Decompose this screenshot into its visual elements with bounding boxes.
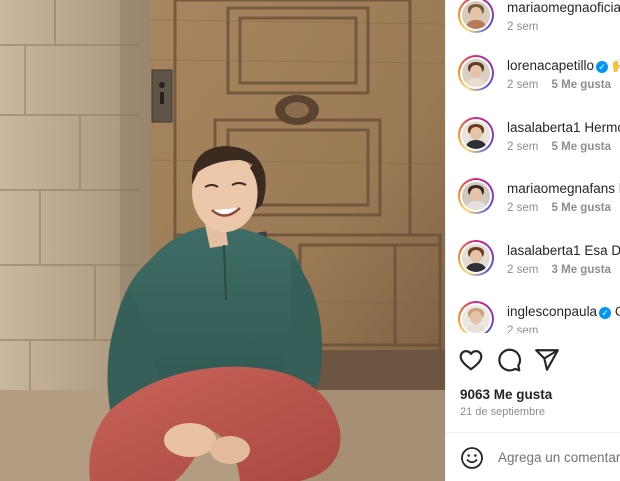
comment-username[interactable]: mariaomegnaoficial xyxy=(507,0,620,15)
comment-likes[interactable]: 5 Me gusta xyxy=(552,79,611,91)
comment-username[interactable]: inglesconpaula xyxy=(507,304,597,319)
comment-meta: 2 sem xyxy=(507,21,548,33)
comment-item: mariaomegnaoficial 2 sem xyxy=(458,0,620,47)
comment-meta: 2 sem 5 Me gusta R xyxy=(507,79,620,91)
comment-item: lorenacapetillo✓ 🙌 2 sem 5 Me gusta R xyxy=(458,55,620,105)
post-photo-illustration xyxy=(0,0,445,481)
avatar[interactable] xyxy=(458,0,494,33)
post-image[interactable] xyxy=(0,0,445,481)
comment-likes[interactable]: 5 Me gusta xyxy=(552,202,611,214)
send-icon[interactable] xyxy=(534,347,560,373)
avatar[interactable] xyxy=(458,301,494,333)
comment-meta: 2 sem xyxy=(507,325,548,333)
comment-username[interactable]: lasalaberta1 xyxy=(507,243,581,258)
comment-body: C xyxy=(615,304,620,319)
avatar[interactable] xyxy=(458,240,494,276)
comment-time[interactable]: 2 sem xyxy=(507,264,538,276)
comment-time[interactable]: 2 sem xyxy=(507,79,538,91)
comment-meta: 2 sem 5 Me gusta R xyxy=(507,202,620,214)
comment-item: lasalaberta1 Esa Dar 2 sem 3 Me gusta R xyxy=(458,240,620,290)
heart-icon[interactable] xyxy=(458,347,484,373)
comment-username[interactable]: lasalaberta1 xyxy=(507,120,581,135)
comment-meta: 2 sem 3 Me gusta R xyxy=(507,264,620,276)
verified-badge-icon: ✓ xyxy=(596,61,609,73)
comment-username[interactable]: mariaomegnafans xyxy=(507,181,615,196)
avatar[interactable] xyxy=(458,55,494,91)
comment-item: lasalaberta1 Hermo 2 sem 5 Me gusta R xyxy=(458,117,620,167)
add-comment-bar xyxy=(446,433,620,481)
likes-count[interactable]: 9063 Me gusta xyxy=(460,387,552,402)
avatar[interactable] xyxy=(458,117,494,153)
comment-time[interactable]: 2 sem xyxy=(507,141,538,153)
comment-body: 🙌 xyxy=(612,58,620,73)
comment-username[interactable]: lorenacapetillo xyxy=(507,58,594,73)
comment-likes[interactable]: 3 Me gusta xyxy=(552,264,611,276)
comment-input[interactable] xyxy=(498,447,620,467)
verified-badge-icon: ✓ xyxy=(599,307,612,319)
comment-time[interactable]: 2 sem xyxy=(507,325,538,333)
comment-item: inglesconpaula✓ C 2 sem xyxy=(458,301,620,333)
avatar[interactable] xyxy=(458,178,494,214)
post-date: 21 de septiembre xyxy=(460,406,545,418)
post-actions xyxy=(458,345,618,375)
comment-likes[interactable]: 5 Me gusta xyxy=(552,141,611,153)
comment-body: Hermo xyxy=(584,120,620,135)
comment-time[interactable]: 2 sem xyxy=(507,21,538,33)
emoji-icon[interactable] xyxy=(460,446,484,470)
comment-icon[interactable] xyxy=(496,347,522,373)
comment-body: Esa Dar xyxy=(584,243,620,258)
comments-panel: mariaomegnaoficial 2 sem lorenacapetillo… xyxy=(445,0,620,481)
comment-time[interactable]: 2 sem xyxy=(507,202,538,214)
comment-item: mariaomegnafans h 2 sem 5 Me gusta R xyxy=(458,178,620,228)
comment-meta: 2 sem 5 Me gusta R xyxy=(507,141,620,153)
